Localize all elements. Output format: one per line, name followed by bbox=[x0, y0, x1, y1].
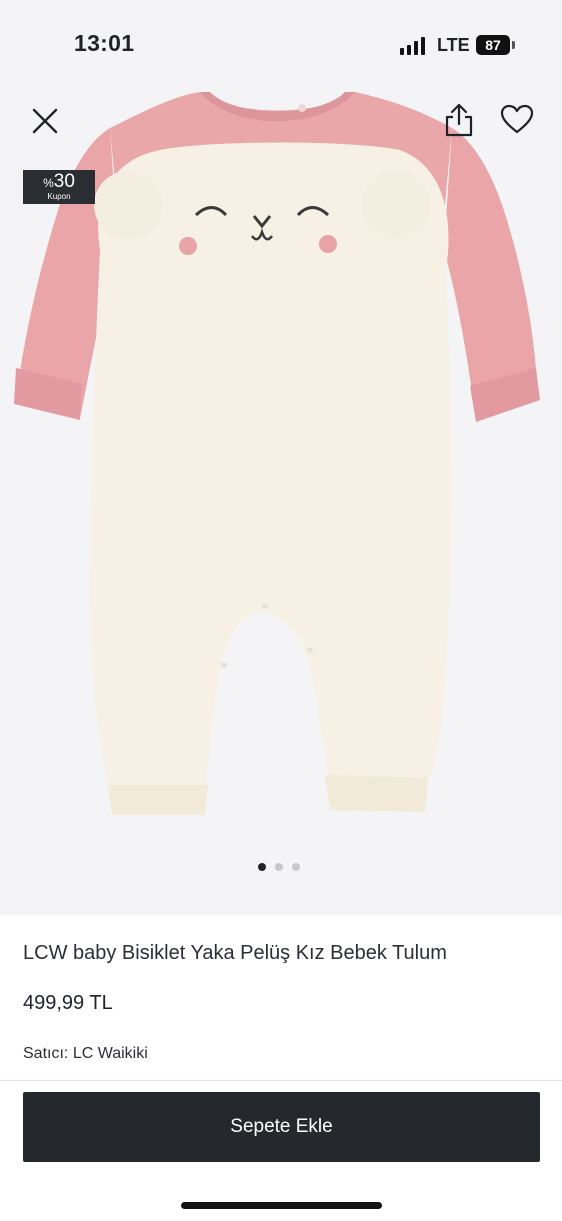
pagination-dot[interactable] bbox=[292, 863, 300, 871]
home-indicator bbox=[181, 1202, 382, 1209]
status-bar: 13:01 LTE 87 bbox=[0, 0, 562, 90]
share-button[interactable] bbox=[442, 100, 476, 140]
coupon-value: 30 bbox=[53, 171, 75, 192]
product-gallery[interactable]: 13:01 LTE 87 %30 Kupon bbox=[0, 0, 562, 915]
seller-row: Satıcı: LC Waikiki bbox=[23, 1045, 148, 1063]
close-button[interactable] bbox=[28, 104, 62, 138]
coupon-label: Kupon bbox=[47, 192, 71, 201]
status-time: 13:01 bbox=[74, 30, 135, 56]
favorite-button[interactable] bbox=[498, 100, 536, 138]
coupon-percent-sign: % bbox=[43, 176, 54, 190]
bottom-bar-divider bbox=[0, 1080, 562, 1081]
seller-label: Satıcı: bbox=[23, 1045, 69, 1062]
gallery-pagination bbox=[258, 863, 300, 871]
share-icon bbox=[445, 103, 473, 137]
heart-icon bbox=[500, 104, 534, 134]
network-type: LTE bbox=[437, 35, 470, 55]
pagination-dot-active[interactable] bbox=[258, 863, 266, 871]
close-icon bbox=[32, 108, 58, 134]
pagination-dot[interactable] bbox=[275, 863, 283, 871]
coupon-badge: %30 Kupon bbox=[23, 170, 95, 204]
add-to-cart-button[interactable]: Sepete Ekle bbox=[23, 1092, 540, 1162]
signal-icon bbox=[400, 37, 425, 55]
product-price: 499,99 TL bbox=[23, 992, 113, 1014]
product-title: LCW baby Bisiklet Yaka Pelüş Kız Bebek T… bbox=[23, 942, 447, 964]
seller-name[interactable]: LC Waikiki bbox=[73, 1045, 148, 1062]
battery-icon: 87 bbox=[476, 35, 515, 55]
